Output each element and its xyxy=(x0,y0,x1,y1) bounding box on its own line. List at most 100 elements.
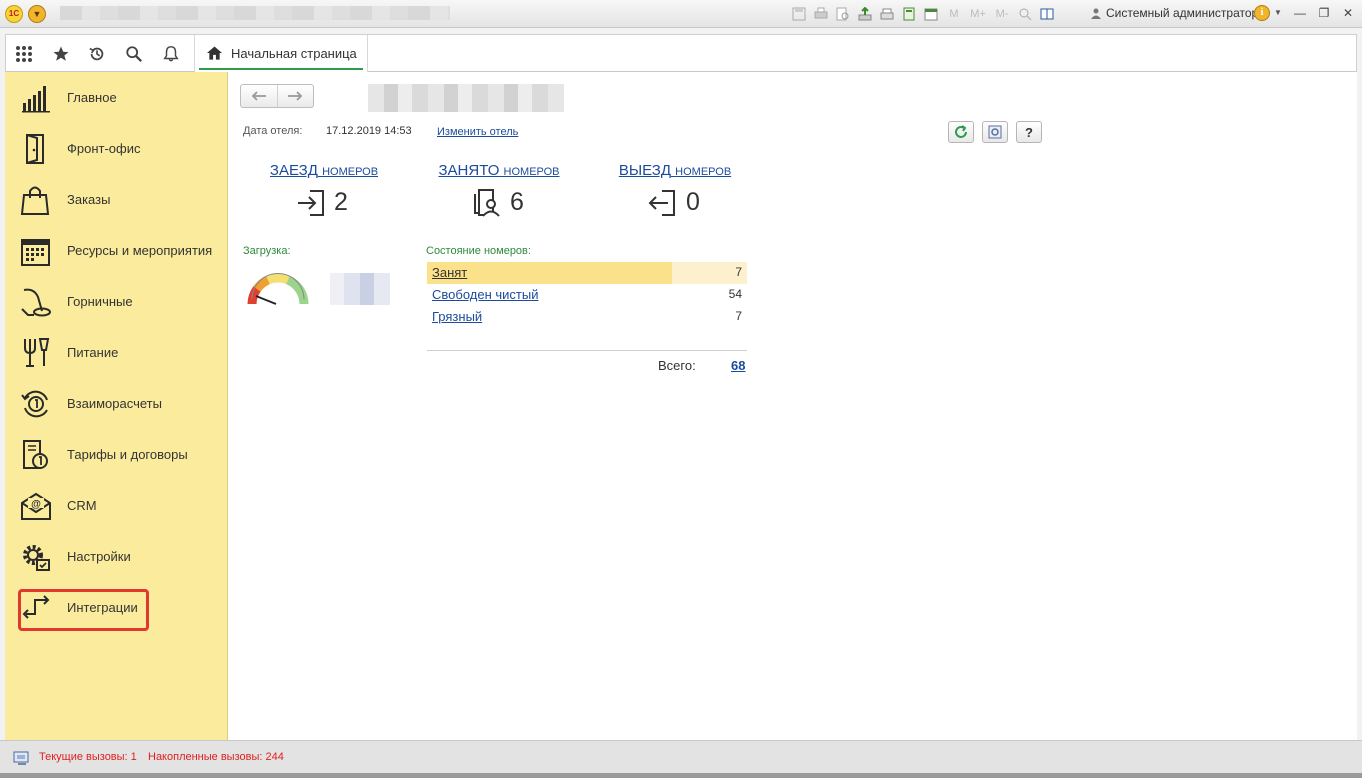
sidebar-label-orders: Заказы xyxy=(67,192,111,207)
load-label: Загрузка: xyxy=(243,245,291,257)
sidebar-item-orders[interactable]: Заказы xyxy=(5,178,228,222)
favorites-star-icon[interactable] xyxy=(49,42,73,66)
sidebar-item-main[interactable]: Главное xyxy=(5,76,228,120)
apps-grid-icon[interactable] xyxy=(12,42,36,66)
sidebar-item-housekeeping[interactable]: Горничные xyxy=(5,280,228,324)
memory-m-button[interactable]: M xyxy=(944,5,964,23)
sidebar-label-crm: CRM xyxy=(67,498,97,513)
form-settings-icon xyxy=(988,125,1002,139)
info-dropdown-icon[interactable]: ▼ xyxy=(1274,8,1282,17)
history-icon[interactable] xyxy=(85,42,109,66)
sidebar-label-resources: Ресурсы и мероприятия xyxy=(67,243,213,258)
room-state-row-occupied[interactable]: Занят 7 xyxy=(427,262,747,284)
total-label: Всего: xyxy=(658,358,696,373)
window-controls: — ❐ ✕ xyxy=(1290,4,1358,22)
user-name: Системный администратор xyxy=(1106,6,1259,20)
room-state-name[interactable]: Занят xyxy=(432,265,467,280)
total-rooms-link[interactable]: 68 xyxy=(731,358,745,373)
history-navigation xyxy=(240,84,314,108)
zoom-icon[interactable] xyxy=(1016,5,1034,23)
sidebar-label-catering: Питание xyxy=(67,345,119,360)
help-button[interactable]: ? xyxy=(1016,121,1042,143)
1c-logo-icon[interactable]: 1C xyxy=(5,5,23,23)
sidebar-label-front-office: Фронт-офис xyxy=(67,141,141,156)
occupied-title: ЗАНЯТО xyxy=(438,162,500,179)
room-state-count: 7 xyxy=(735,309,742,323)
sidebar-item-settlements[interactable]: Взаиморасчеты xyxy=(5,382,228,426)
panels-icon[interactable] xyxy=(1038,5,1056,23)
hotel-date-label: Дата отеля: xyxy=(243,125,303,137)
settings-button[interactable] xyxy=(982,121,1008,143)
settings-icon xyxy=(23,545,50,571)
checkin-title: ЗАЕЗД xyxy=(269,162,318,179)
sidebar-label-settlements: Взаиморасчеты xyxy=(67,396,162,411)
room-state-name[interactable]: Свободен чистый xyxy=(432,287,538,302)
main-menu-dropdown-icon[interactable]: ▼ xyxy=(28,5,46,23)
upload-icon[interactable] xyxy=(856,5,874,23)
checkin-suffix: номеров xyxy=(322,166,379,178)
occupied-icon xyxy=(474,189,500,217)
info-icon[interactable]: i xyxy=(1254,5,1270,21)
memory-minus-button[interactable]: M- xyxy=(992,5,1012,23)
occupied-header-link[interactable]: ЗАНЯТО номеров xyxy=(435,162,563,179)
hotel-name-redacted xyxy=(368,84,564,112)
room-state-label: Состояние номеров: xyxy=(426,245,531,257)
room-state-count: 7 xyxy=(735,265,742,279)
sidebar-label-settings: Настройки xyxy=(67,549,131,564)
home-page-content: Дата отеля: 17.12.2019 14:53 Изменить от… xyxy=(228,72,1357,740)
svg-text:@: @ xyxy=(31,499,41,510)
back-arrow-icon[interactable] xyxy=(241,85,278,107)
forward-arrow-icon[interactable] xyxy=(278,85,314,107)
checkin-icon xyxy=(298,190,324,216)
save-icon[interactable] xyxy=(790,5,808,23)
sidebar-item-resources[interactable]: Ресурсы и мероприятия xyxy=(5,229,228,273)
chart-bars-icon xyxy=(22,86,50,113)
room-state-row-dirty[interactable]: Грязный 7 xyxy=(427,306,747,328)
close-icon[interactable]: ✕ xyxy=(1338,4,1358,22)
refresh-icon xyxy=(955,125,967,138)
sidebar-item-settings[interactable]: Настройки xyxy=(5,535,228,579)
room-state-row-free-clean[interactable]: Свободен чистый 54 xyxy=(427,284,747,306)
memory-plus-button[interactable]: M+ xyxy=(968,5,988,23)
preview-icon[interactable] xyxy=(834,5,852,23)
tab-home-page[interactable]: Начальная страница xyxy=(194,35,368,72)
load-gauge xyxy=(247,273,309,305)
notifications-bell-icon[interactable] xyxy=(159,42,183,66)
checkout-count: 0 xyxy=(686,188,700,216)
current-user[interactable]: Системный администратор xyxy=(1090,6,1258,20)
minimize-icon[interactable]: — xyxy=(1290,4,1310,22)
change-hotel-link[interactable]: Изменить отель xyxy=(437,126,518,138)
room-state-name[interactable]: Грязный xyxy=(432,309,482,324)
sidebar-item-crm[interactable]: @ CRM xyxy=(5,484,228,528)
user-icon xyxy=(1091,8,1101,19)
search-icon[interactable] xyxy=(122,42,146,66)
integrations-highlight-box xyxy=(18,589,149,631)
sidebar-item-tariffs[interactable]: Тарифы и договоры xyxy=(5,433,228,477)
restore-icon[interactable]: ❐ xyxy=(1314,4,1334,22)
active-tab-indicator xyxy=(199,68,363,70)
accumulated-calls-text: Накопленные вызовы: 244 xyxy=(148,751,284,763)
server-calls-icon[interactable] xyxy=(12,750,32,766)
sidebar-label-main: Главное xyxy=(67,90,117,105)
status-bar: Текущие вызовы: 1 Накопленные вызовы: 24… xyxy=(0,740,1362,773)
checkout-header-link[interactable]: ВЫЕЗД номеров xyxy=(616,162,734,179)
door-icon xyxy=(26,134,44,164)
coin-cycle-icon xyxy=(21,390,48,418)
calculator-icon[interactable] xyxy=(900,5,918,23)
refresh-button[interactable] xyxy=(948,121,974,143)
checkin-header-link[interactable]: ЗАЕЗД номеров xyxy=(266,162,382,179)
sidebar-label-tariffs: Тарифы и договоры xyxy=(67,447,188,462)
navigation-bar: Начальная страница xyxy=(5,34,1357,72)
counter-occupied: ЗАНЯТО номеров 6 xyxy=(435,162,563,217)
title-bar: 1C ▼ M M+ M- Системный администратор i ▼… xyxy=(0,0,1362,28)
print-icon[interactable] xyxy=(812,5,830,23)
calendar-small-icon[interactable] xyxy=(922,5,940,23)
sections-sidebar: Главное Фронт-офис Заказы Ресурсы и меро… xyxy=(5,72,228,740)
checkout-title: ВЫЕЗД xyxy=(618,162,671,179)
room-state-count: 54 xyxy=(728,287,742,301)
shopping-bag-icon xyxy=(20,186,50,215)
scanner-icon[interactable] xyxy=(878,5,896,23)
sidebar-item-catering[interactable]: Питание xyxy=(5,331,228,375)
sidebar-item-front-office[interactable]: Фронт-офис xyxy=(5,127,228,171)
checkin-count: 2 xyxy=(334,188,348,216)
